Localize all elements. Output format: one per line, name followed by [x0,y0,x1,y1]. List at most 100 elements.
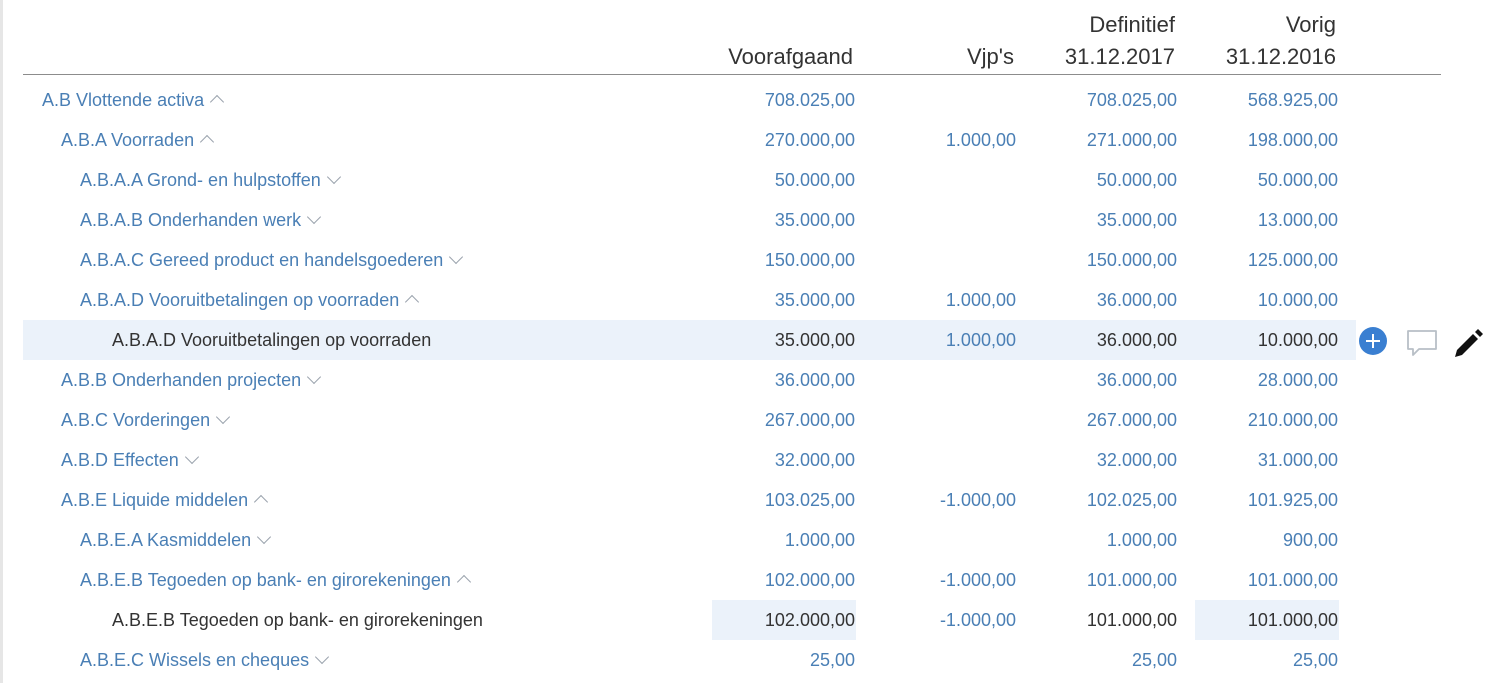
comment-bubble-icon[interactable] [1405,328,1439,358]
cell-voorafgaand[interactable]: 32.000,00 [712,440,856,480]
row-label[interactable]: A.B.A.A Grond- en hulpstoffen [80,160,341,200]
cell-definitief[interactable]: 35.000,00 [1034,200,1178,240]
cell-voorafgaand[interactable]: 50.000,00 [712,160,856,200]
chevron-up-icon[interactable] [210,95,225,110]
row-actions [1359,320,1499,360]
cell-vorig[interactable]: 210.000,00 [1195,400,1339,440]
cell-vjps[interactable]: 1.000,00 [873,280,1017,320]
row-label[interactable]: A.B.A.B Onderhanden werk [80,200,322,240]
cell-vorig[interactable]: 28.000,00 [1195,360,1339,400]
row-label-text: A.B.E Liquide middelen [61,490,249,510]
chevron-up-icon[interactable] [405,295,420,310]
cell-definitief[interactable]: 102.025,00 [1034,480,1178,520]
chevron-down-icon[interactable] [326,170,341,185]
row-label[interactable]: A.B.A Voorraden [61,120,215,160]
cell-vorig[interactable]: 568.925,00 [1195,80,1339,120]
cell-definitief[interactable]: 36.000,00 [1034,360,1178,400]
cell-vjps[interactable] [873,240,1017,280]
cell-vjps[interactable] [873,160,1017,200]
plus-circle-icon[interactable] [1359,327,1387,355]
cell-voorafgaand[interactable]: 36.000,00 [712,360,856,400]
chevron-up-icon[interactable] [254,495,269,510]
cell-voorafgaand[interactable]: 35.000,00 [712,200,856,240]
chevron-down-icon[interactable] [257,530,272,545]
cell-voorafgaand[interactable]: 102.000,00 [712,560,856,600]
row-label-text: A.B.B Onderhanden projecten [61,370,302,390]
pencil-icon[interactable] [1451,326,1485,358]
table-row-selected[interactable]: A.B.A.D Vooruitbetalingen op voorraden 3… [23,320,1356,360]
cell-voorafgaand[interactable]: 267.000,00 [712,400,856,440]
row-label[interactable]: A.B Vlottende activa [42,80,225,120]
cell-definitief[interactable]: 50.000,00 [1034,160,1178,200]
cell-voorafgaand[interactable]: 103.025,00 [712,480,856,520]
cell-vjps[interactable]: -1.000,00 [873,600,1017,640]
table-row: A.B.E.B Tegoeden op bank- en girorekenin… [23,560,1356,600]
cell-voorafgaand[interactable]: 25,00 [712,640,856,680]
cell-definitief[interactable]: 150.000,00 [1034,240,1178,280]
chevron-down-icon[interactable] [449,250,464,265]
cell-vjps[interactable] [873,80,1017,120]
row-label[interactable]: A.B.E Liquide middelen [61,480,269,520]
cell-voorafgaand[interactable]: 270.000,00 [712,120,856,160]
cell-voorafgaand[interactable]: 35.000,00 [712,320,856,360]
row-label[interactable]: A.B.C Vorderingen [61,400,231,440]
chevron-down-icon[interactable] [216,410,231,425]
cell-vjps[interactable] [873,360,1017,400]
cell-definitief[interactable]: 271.000,00 [1034,120,1178,160]
cell-definitief[interactable]: 25,00 [1034,640,1178,680]
cell-vorig[interactable]: 10.000,00 [1195,320,1339,360]
cell-vjps[interactable]: -1.000,00 [873,560,1017,600]
chevron-up-icon[interactable] [456,575,472,590]
cell-voorafgaand-editable[interactable]: 102.000,00 [712,600,856,640]
chevron-down-icon[interactable] [307,210,322,225]
table-row: A.B.A Voorraden 270.000,00 1.000,00 271.… [23,120,1356,160]
chevron-down-icon[interactable] [184,450,199,465]
cell-vjps[interactable] [873,520,1017,560]
row-label[interactable]: A.B.B Onderhanden projecten [61,360,322,400]
chevron-down-icon[interactable] [315,650,330,665]
cell-vjps[interactable]: 1.000,00 [873,120,1017,160]
cell-definitief[interactable]: 1.000,00 [1034,520,1178,560]
cell-vorig[interactable]: 10.000,00 [1195,280,1339,320]
chevron-down-icon[interactable] [307,370,322,385]
row-label[interactable]: A.B.E.B Tegoeden op bank- en girorekenin… [80,560,472,600]
table-header: Voorafgaand Vjp's Definitief 31.12.2017 … [23,0,1441,75]
cell-vorig[interactable]: 198.000,00 [1195,120,1339,160]
column-header-line1: Definitief [1089,12,1175,37]
cell-voorafgaand[interactable]: 708.025,00 [712,80,856,120]
row-label[interactable]: A.B.D Effecten [61,440,199,480]
cell-vorig-editable[interactable]: 101.000,00 [1195,600,1339,640]
cell-vorig[interactable]: 31.000,00 [1195,440,1339,480]
cell-definitief[interactable]: 267.000,00 [1034,400,1178,440]
cell-vjps[interactable] [873,640,1017,680]
cell-vjps[interactable] [873,400,1017,440]
cell-vorig[interactable]: 900,00 [1195,520,1339,560]
row-label[interactable]: A.B.E.C Wissels en cheques [80,640,330,680]
cell-definitief[interactable]: 32.000,00 [1034,440,1178,480]
cell-definitief[interactable]: 708.025,00 [1034,80,1178,120]
table-row: A.B.E.C Wissels en cheques 25,00 25,00 2… [23,640,1356,680]
row-label-text: A.B.A.B Onderhanden werk [80,210,302,230]
cell-definitief[interactable]: 36.000,00 [1034,280,1178,320]
cell-vorig[interactable]: 101.000,00 [1195,560,1339,600]
cell-vjps[interactable] [873,440,1017,480]
row-label[interactable]: A.B.A.D Vooruitbetalingen op voorraden [80,280,420,320]
table-row: A.B Vlottende activa 708.025,00 708.025,… [23,80,1356,120]
cell-vorig[interactable]: 101.925,00 [1195,480,1339,520]
cell-vorig[interactable]: 50.000,00 [1195,160,1339,200]
cell-definitief[interactable]: 101.000,00 [1034,600,1178,640]
cell-voorafgaand[interactable]: 150.000,00 [712,240,856,280]
cell-vjps[interactable]: 1.000,00 [873,320,1017,360]
cell-voorafgaand[interactable]: 1.000,00 [712,520,856,560]
cell-definitief[interactable]: 36.000,00 [1034,320,1178,360]
chevron-up-icon[interactable] [200,135,215,150]
row-label[interactable]: A.B.E.A Kasmiddelen [80,520,272,560]
cell-vorig[interactable]: 125.000,00 [1195,240,1339,280]
cell-vjps[interactable] [873,200,1017,240]
cell-vorig[interactable]: 13.000,00 [1195,200,1339,240]
cell-vorig[interactable]: 25,00 [1195,640,1339,680]
row-label[interactable]: A.B.A.C Gereed product en handelsgoedere… [80,240,464,280]
cell-definitief[interactable]: 101.000,00 [1034,560,1178,600]
cell-vjps[interactable]: -1.000,00 [873,480,1017,520]
cell-voorafgaand[interactable]: 35.000,00 [712,280,856,320]
